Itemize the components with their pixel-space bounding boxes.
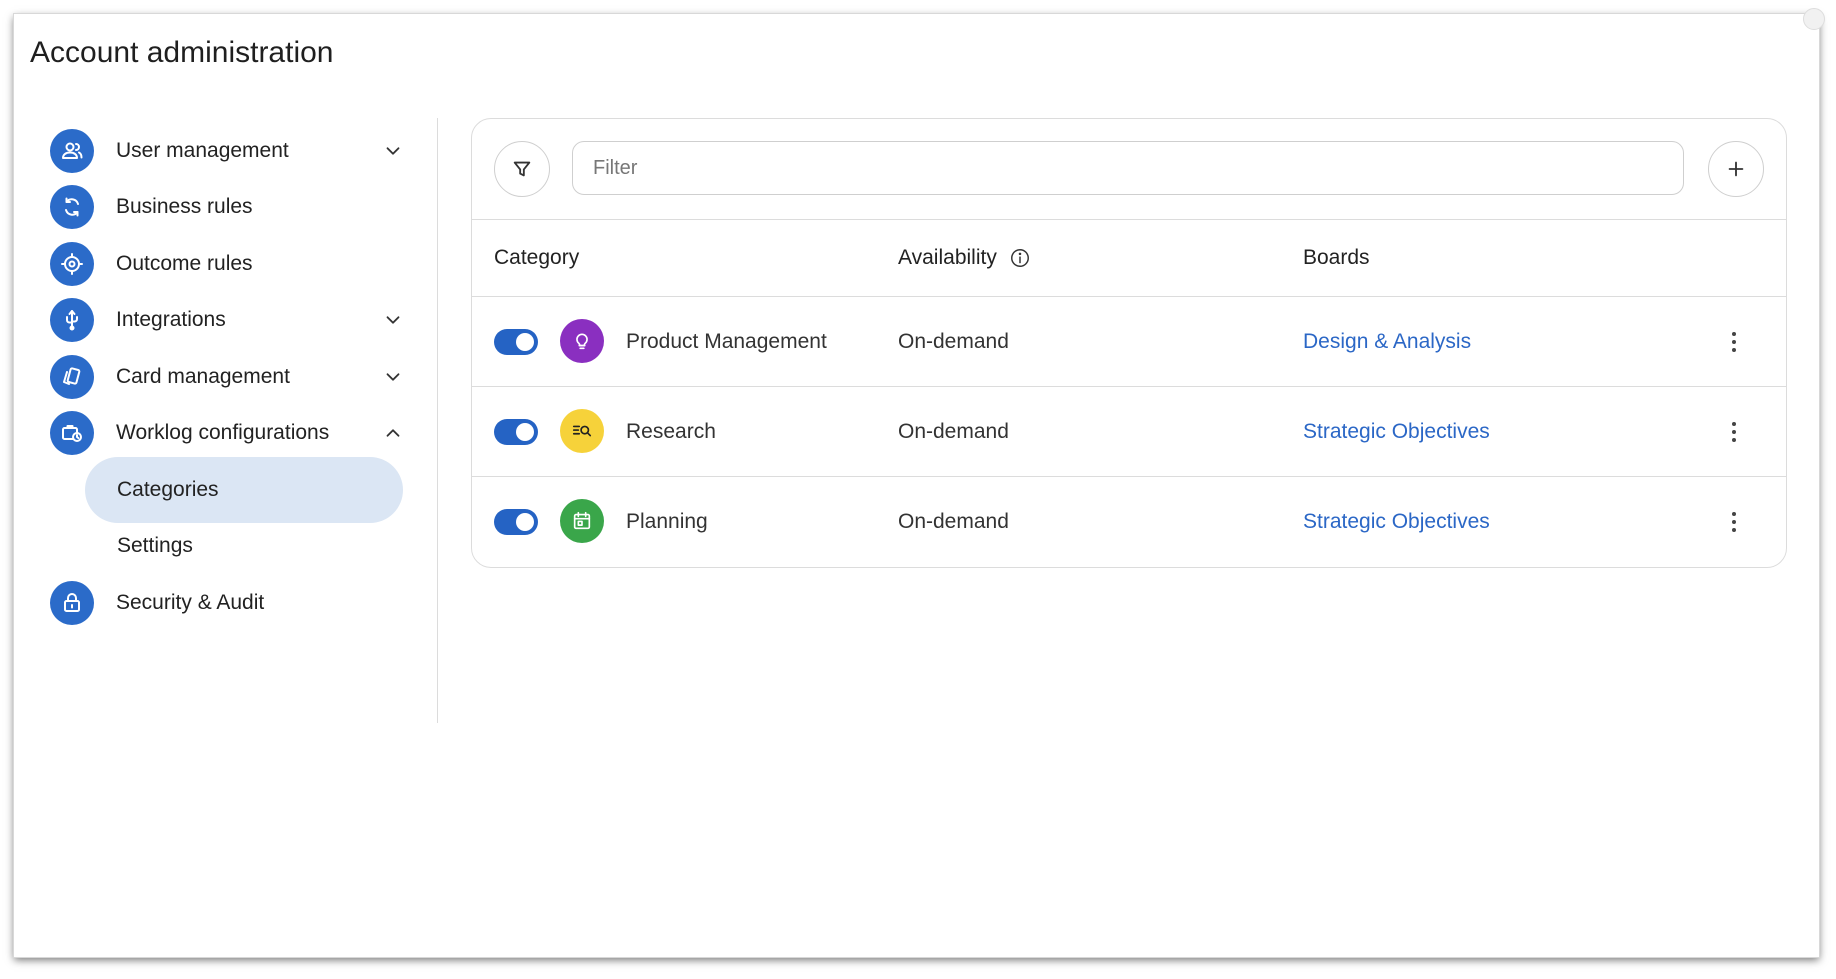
admin-window: Account administration User management B… [14, 8, 1825, 957]
more-options-icon[interactable] [1720, 417, 1748, 447]
column-header-category: Category [494, 245, 580, 269]
sidebar-item-label: Business rules [116, 195, 253, 218]
board-link[interactable]: Strategic Objectives [1303, 477, 1490, 566]
users-icon [50, 129, 94, 173]
sidebar-item-label: Card management [116, 365, 290, 388]
chevron-down-icon[interactable] [382, 366, 404, 388]
lightbulb-icon [560, 319, 604, 363]
enabled-toggle[interactable] [494, 509, 538, 535]
sidebar-item-label: User management [116, 139, 289, 162]
lock-icon [50, 581, 94, 625]
enabled-toggle[interactable] [494, 419, 538, 445]
category-name: Research [626, 419, 716, 443]
plus-icon [1728, 161, 1744, 177]
sidebar-subitem-label: Settings [117, 534, 193, 557]
filter-button[interactable] [494, 141, 550, 197]
list-search-icon [560, 409, 604, 453]
sidebar: User management Business rules Outcome r… [14, 118, 438, 723]
availability-value: On-demand [898, 329, 1009, 353]
sidebar-item-label: Worklog configurations [116, 421, 330, 444]
usb-icon [50, 298, 94, 342]
sidebar-item-label: Outcome rules [116, 252, 253, 275]
column-header-boards: Boards [1303, 245, 1370, 269]
sidebar-item-label: Integrations [116, 308, 226, 331]
briefcase-clock-icon [50, 411, 94, 455]
category-name: Planning [626, 509, 708, 533]
more-options-icon[interactable] [1720, 507, 1748, 537]
availability-value: On-demand [898, 509, 1009, 533]
column-header-availability: Availability [898, 219, 1031, 296]
categories-panel: Category Availability Boards Product Man… [471, 118, 1787, 568]
chevron-up-icon[interactable] [382, 422, 404, 444]
chevron-down-icon[interactable] [382, 309, 404, 331]
board-link[interactable]: Strategic Objectives [1303, 387, 1490, 476]
calendar-icon [560, 499, 604, 543]
availability-value: On-demand [898, 419, 1009, 443]
page-title: Account administration [30, 36, 334, 69]
table-row: Planning On-demand Strategic Objectives [472, 477, 1786, 566]
info-icon[interactable] [1009, 247, 1031, 269]
cards-icon [50, 355, 94, 399]
sidebar-subitem-label: Categories [117, 478, 219, 501]
funnel-icon [513, 161, 531, 177]
sidebar-divider [437, 118, 438, 723]
table-header: Category Availability Boards [472, 219, 1786, 297]
board-link[interactable]: Design & Analysis [1303, 297, 1471, 386]
add-category-button[interactable] [1708, 141, 1764, 197]
chevron-down-icon[interactable] [382, 140, 404, 162]
column-header-availability-label: Availability [898, 245, 997, 269]
table-row: Product Management On-demand Design & An… [472, 297, 1786, 387]
more-options-icon[interactable] [1720, 327, 1748, 357]
sidebar-item-label: Security & Audit [116, 591, 265, 614]
filter-input[interactable] [572, 141, 1684, 195]
target-icon [50, 242, 94, 286]
toolbar [472, 119, 1786, 220]
refresh-icon [50, 185, 94, 229]
table-row: Research On-demand Strategic Objectives [472, 387, 1786, 477]
enabled-toggle[interactable] [494, 329, 538, 355]
sidebar-item-security-audit[interactable]: Security & Audit [50, 570, 410, 636]
category-name: Product Management [626, 329, 827, 353]
window-corner-handle [1803, 8, 1825, 30]
